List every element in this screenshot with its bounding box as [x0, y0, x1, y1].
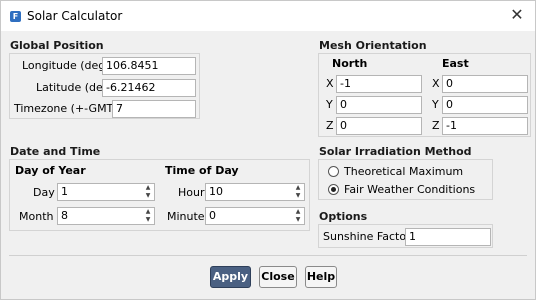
fair-weather-radio[interactable]	[328, 184, 339, 195]
north-x-field[interactable]: -1	[336, 75, 422, 93]
day-of-year-title: Day of Year	[15, 164, 86, 177]
minute-label: Minute	[167, 210, 205, 223]
hour-value: 10	[209, 185, 223, 198]
apply-button[interactable]: Apply	[210, 266, 251, 288]
theoretical-maximum-label[interactable]: Theoretical Maximum	[344, 165, 463, 178]
theoretical-maximum-radio[interactable]	[328, 166, 339, 177]
fair-weather-label[interactable]: Fair Weather Conditions	[344, 183, 475, 196]
east-y-field[interactable]: 0	[442, 96, 528, 114]
spin-down-icon[interactable]: ▼	[296, 193, 301, 199]
east-y-label: Y	[432, 98, 439, 111]
close-button[interactable]: Close	[259, 266, 297, 288]
hour-spinbox[interactable]: 10 ▲ ▼	[205, 183, 305, 201]
sunshine-factor-field[interactable]: 1	[405, 228, 491, 246]
timezone-field[interactable]: 7	[112, 100, 196, 118]
date-time-group: Day of Year Day 1 ▲ ▼ Month 8 ▲ ▼ Time of …	[9, 159, 310, 231]
day-label: Day	[33, 186, 55, 199]
solar-calculator-dialog: F Solar Calculator ✕ Global Position Lon…	[0, 0, 536, 300]
mesh-orientation-group: North East X -1 X 0 Y 0 Y 0 Z 0 Z -1	[318, 53, 531, 137]
month-value: 8	[61, 209, 68, 222]
longitude-label: Longitude (deg)	[22, 59, 110, 72]
north-z-label: Z	[326, 119, 334, 132]
month-label: Month	[19, 210, 54, 223]
east-x-label: X	[432, 77, 440, 90]
day-spinner[interactable]: ▲ ▼	[143, 184, 153, 200]
hour-spinner[interactable]: ▲ ▼	[293, 184, 303, 200]
east-z-field[interactable]: -1	[442, 117, 528, 135]
spin-up-icon[interactable]: ▲	[146, 185, 151, 191]
spin-up-icon[interactable]: ▲	[296, 209, 301, 215]
spin-down-icon[interactable]: ▼	[146, 217, 151, 223]
east-z-label: Z	[432, 119, 440, 132]
month-spinner[interactable]: ▲ ▼	[143, 208, 153, 224]
spin-up-icon[interactable]: ▲	[146, 209, 151, 215]
minute-spinner[interactable]: ▲ ▼	[293, 208, 303, 224]
mesh-orientation-title: Mesh Orientation	[319, 39, 427, 52]
month-spinbox[interactable]: 8 ▲ ▼	[57, 207, 155, 225]
spin-up-icon[interactable]: ▲	[296, 185, 301, 191]
button-divider	[9, 255, 527, 256]
east-label: East	[442, 57, 469, 70]
spin-down-icon[interactable]: ▼	[146, 193, 151, 199]
north-x-label: X	[326, 77, 334, 90]
fluent-app-icon: F	[10, 11, 21, 22]
day-spinbox[interactable]: 1 ▲ ▼	[57, 183, 155, 201]
close-window-icon[interactable]: ✕	[507, 5, 527, 25]
sunshine-factor-label: Sunshine Factor	[323, 230, 411, 243]
global-position-title: Global Position	[10, 39, 104, 52]
options-title: Options	[319, 210, 368, 223]
east-x-field[interactable]: 0	[442, 75, 528, 93]
title-bar: F Solar Calculator ✕	[1, 1, 535, 31]
global-position-group: Longitude (deg) 106.8451 Latitude (deg) …	[9, 53, 200, 119]
timezone-label: Timezone (+-GMT)	[14, 102, 118, 115]
window-title: Solar Calculator	[27, 9, 123, 23]
time-of-day-title: Time of Day	[165, 164, 239, 177]
options-group: Sunshine Factor 1	[318, 224, 493, 248]
irradiation-title: Solar Irradiation Method	[319, 145, 472, 158]
minute-value: 0	[209, 209, 216, 222]
north-y-field[interactable]: 0	[336, 96, 422, 114]
irradiation-group: Theoretical Maximum Fair Weather Conditi…	[318, 159, 493, 200]
north-z-field[interactable]: 0	[336, 117, 422, 135]
latitude-field[interactable]: -6.21462	[102, 79, 196, 97]
spin-down-icon[interactable]: ▼	[296, 217, 301, 223]
north-label: North	[332, 57, 368, 70]
longitude-field[interactable]: 106.8451	[102, 57, 196, 75]
date-time-title: Date and Time	[10, 145, 101, 158]
hour-label: Hour	[178, 186, 205, 199]
minute-spinbox[interactable]: 0 ▲ ▼	[205, 207, 305, 225]
help-button[interactable]: Help	[305, 266, 337, 288]
north-y-label: Y	[326, 98, 333, 111]
day-value: 1	[61, 185, 68, 198]
